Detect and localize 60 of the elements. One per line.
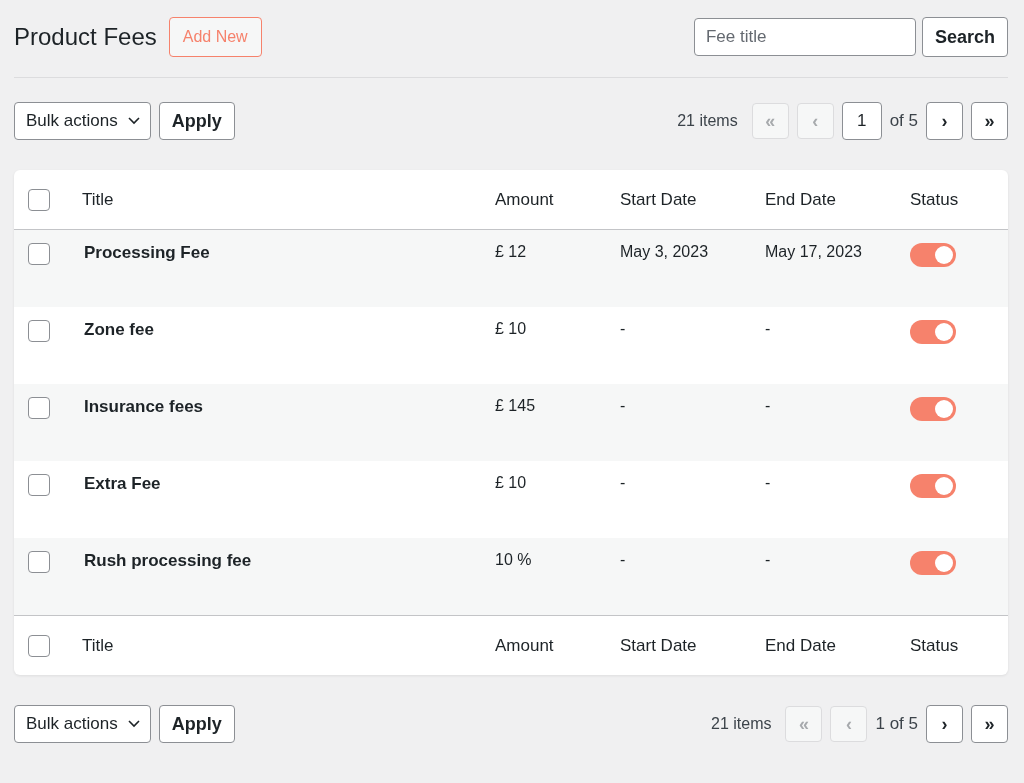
table-cell-text: £ 10 — [495, 474, 528, 492]
table-cell-text: - — [620, 474, 627, 492]
row-checkbox[interactable] — [28, 397, 50, 419]
table-cell-text: £ 145 — [495, 397, 537, 415]
status-toggle[interactable] — [910, 320, 956, 344]
page-indicator: 1 of 5 — [875, 714, 918, 734]
fee-title: Rush processing fee — [83, 551, 253, 571]
chevron-down-icon — [127, 720, 140, 728]
column-header: End Date — [765, 635, 837, 656]
table-cell-text: - — [765, 474, 772, 492]
column-header: Title — [82, 635, 115, 656]
table-cell-text: - — [620, 397, 627, 415]
column-header: End Date — [765, 189, 837, 210]
bulk-actions-select[interactable]: Bulk actions — [14, 102, 151, 140]
column-header: Amount — [495, 635, 555, 656]
table-cell-text: £ 10 — [495, 320, 528, 338]
row-checkbox[interactable] — [28, 474, 50, 496]
page-input[interactable]: 1 — [841, 102, 882, 140]
search-field[interactable]: Fee title — [693, 18, 916, 56]
column-header: Title — [82, 189, 115, 210]
page-title: Product Fees — [14, 23, 157, 51]
apply-button[interactable]: Apply — [158, 102, 235, 140]
item-count: 21 items — [677, 112, 738, 130]
select-all-checkbox[interactable] — [28, 188, 50, 211]
fee-title: Zone fee — [83, 320, 155, 340]
status-toggle[interactable] — [910, 551, 956, 575]
page-button[interactable]: » — [971, 705, 1008, 743]
fee-title: Processing Fee — [83, 243, 211, 263]
fee-title: Insurance fees — [83, 397, 205, 417]
status-toggle[interactable] — [910, 474, 956, 498]
fee-title: Extra Fee — [83, 474, 162, 494]
table-cell-text: - — [765, 551, 772, 569]
column-header: Amount — [495, 189, 555, 210]
table-cell-text: - — [765, 397, 772, 415]
status-toggle[interactable] — [910, 397, 956, 421]
row-checkbox[interactable] — [28, 551, 50, 573]
row-checkbox[interactable] — [28, 243, 50, 265]
page-button[interactable]: › — [926, 705, 963, 743]
bulk-actions-select[interactable]: Bulk actions — [14, 705, 151, 743]
table-cell-text: - — [765, 320, 772, 338]
page-total: of 5 — [889, 111, 918, 131]
column-header: Status — [910, 189, 960, 210]
table-cell-text: £ 12 — [495, 243, 528, 261]
table-cell-text: - — [620, 551, 627, 569]
table-cell-text: May 17, 2023 — [765, 243, 863, 261]
page-button[interactable]: › — [926, 102, 963, 140]
table-cell-text: - — [620, 320, 627, 338]
page-button[interactable]: » — [971, 102, 1008, 140]
row-checkbox[interactable] — [28, 320, 50, 342]
item-count: 21 items — [711, 715, 772, 733]
table-cell-text: May 3, 2023 — [620, 243, 710, 261]
apply-button[interactable]: Apply — [158, 705, 235, 743]
table-cell-text: 10 % — [495, 551, 533, 569]
search-button[interactable]: Search — [921, 17, 1008, 57]
chevron-down-icon — [127, 117, 140, 125]
status-toggle[interactable] — [910, 243, 956, 267]
column-header: Start Date — [620, 189, 698, 210]
column-header: Status — [910, 635, 960, 656]
column-header: Start Date — [620, 635, 698, 656]
select-all-checkbox[interactable] — [28, 634, 50, 657]
